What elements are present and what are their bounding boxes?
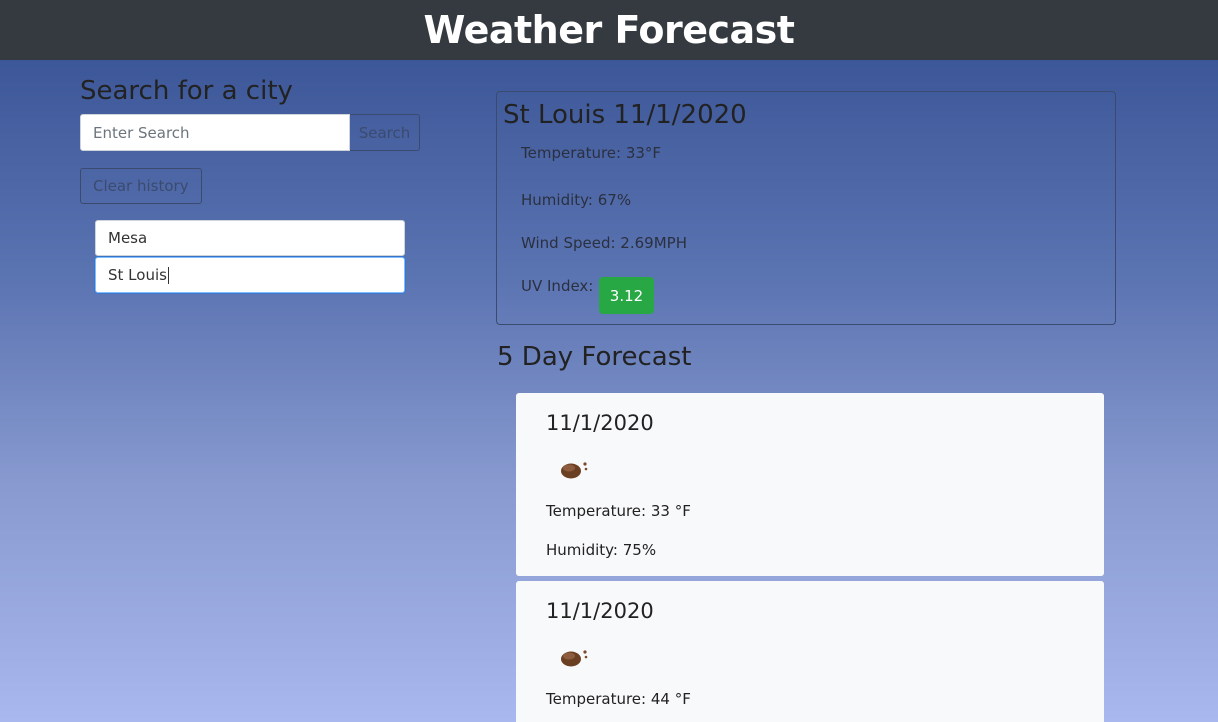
- uv-index-label: UV Index:: [521, 277, 594, 295]
- search-panel: Search for a city Search Clear history M…: [80, 76, 425, 294]
- current-wind-speed: Wind Speed: 2.69MPH: [521, 234, 687, 252]
- history-item-mesa[interactable]: Mesa: [95, 220, 405, 256]
- clear-history-button[interactable]: Clear history: [80, 168, 202, 204]
- search-input[interactable]: [80, 114, 350, 151]
- cloudy-night-icon: [561, 650, 588, 667]
- search-button[interactable]: Search: [350, 114, 420, 151]
- current-weather-card: St Louis 11/1/2020 Temperature: 33°F Hum…: [496, 91, 1116, 325]
- forecast-heading: 5 Day Forecast: [497, 342, 692, 372]
- forecast-humidity: Humidity: 75%: [546, 541, 657, 559]
- forecast-date: 11/1/2020: [546, 411, 654, 435]
- forecast-card: 11/1/2020 Temperature: 33 °F Humidity: 7…: [516, 393, 1104, 576]
- forecast-card: 11/1/2020 Temperature: 44 °F: [516, 581, 1104, 722]
- current-temperature: Temperature: 33°F: [521, 144, 662, 162]
- search-heading: Search for a city: [80, 76, 293, 106]
- uv-index-badge: 3.12: [599, 277, 654, 314]
- app-title: Weather Forecast: [423, 8, 795, 52]
- history-item-st-louis[interactable]: St Louis: [95, 257, 405, 293]
- history-item-label: St Louis: [108, 266, 167, 284]
- forecast-date: 11/1/2020: [546, 599, 654, 623]
- current-weather-title: St Louis 11/1/2020: [503, 100, 747, 130]
- cloudy-night-icon: [561, 462, 588, 479]
- text-cursor: [167, 266, 169, 284]
- forecast-temperature: Temperature: 33 °F: [546, 502, 691, 520]
- search-history-list: Mesa St Louis: [95, 220, 405, 293]
- search-row: Search: [80, 114, 425, 151]
- app-header: Weather Forecast: [0, 0, 1218, 60]
- forecast-temperature: Temperature: 44 °F: [546, 690, 691, 708]
- history-item-label: Mesa: [108, 229, 148, 247]
- current-humidity: Humidity: 67%: [521, 191, 632, 209]
